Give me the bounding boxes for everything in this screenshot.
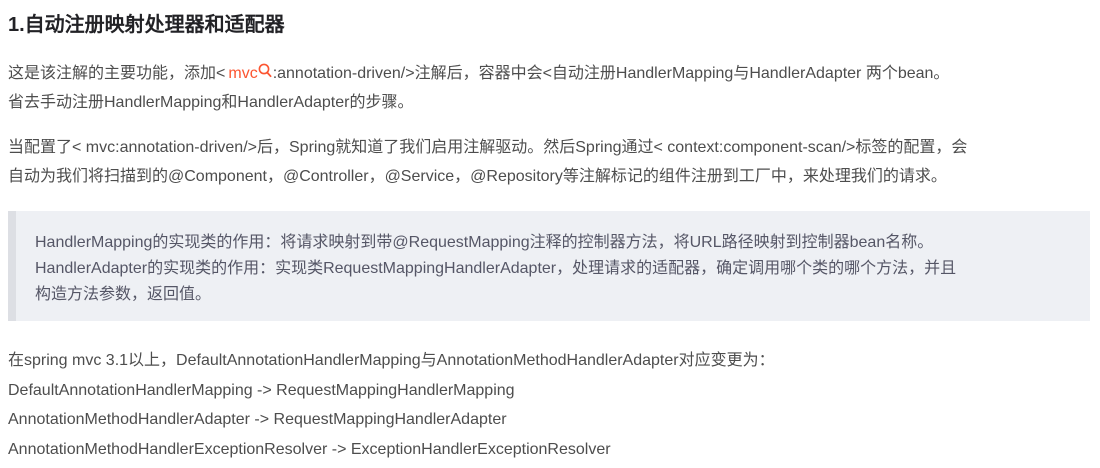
section-heading: 1.自动注册映射处理器和适配器 — [8, 14, 285, 36]
blockquote-line-1: HandlerMapping的实现类的作用：将请求映射到带@RequestMap… — [35, 234, 934, 251]
search-icon[interactable] — [258, 63, 272, 79]
mvc-search-link[interactable]: mvc — [228, 63, 272, 82]
mapping-changes-intro: 在spring mvc 3.1以上，DefaultAnnotationHandl… — [8, 352, 775, 369]
config-paragraph: 当配置了< mvc:annotation-driven/>后，Spring就知道… — [8, 133, 967, 191]
blockquote: HandlerMapping的实现类的作用：将请求映射到带@RequestMap… — [8, 211, 1090, 321]
intro-paragraph: 这是该注解的主要功能，添加< mvc :annotation-driven/>注解后… — [8, 59, 949, 117]
intro-line-1: 这是该注解的主要功能，添加< mvc :annotation-driven/>注解后… — [8, 59, 949, 88]
intro-text-before-link: 这是该注解的主要功能，添加< — [8, 65, 226, 82]
mapping-change-3: AnnotationMethodHandlerExceptionResolver… — [8, 440, 611, 458]
blockquote-line-2: HandlerAdapter的实现类的作用：实现类RequestMappingH… — [35, 260, 957, 277]
intro-line-2: 省去手动注册HandlerMapping和HandlerAdapter的步骤。 — [8, 94, 414, 111]
config-line-2: 自动为我们将扫描到的@Component，@Controller，@Servic… — [8, 168, 947, 185]
mvc-link-text[interactable]: mvc — [228, 65, 257, 82]
blockquote-line-3: 构造方法参数，返回值。 — [35, 286, 212, 303]
mapping-change-2: AnnotationMethodHandlerAdapter -> Reques… — [8, 411, 507, 428]
blockquote-text: HandlerMapping的实现类的作用：将请求映射到带@RequestMap… — [35, 230, 956, 308]
mapping-change-1: DefaultAnnotationHandlerMapping -> Reque… — [8, 381, 515, 399]
mapping-changes-paragraph: 在spring mvc 3.1以上，DefaultAnnotationHandl… — [8, 346, 775, 464]
config-line-1: 当配置了< mvc:annotation-driven/>后，Spring就知道… — [8, 139, 968, 156]
intro-text-after-link: :annotation-driven/>注解后，容器中会<自动注册Handler… — [272, 65, 950, 82]
